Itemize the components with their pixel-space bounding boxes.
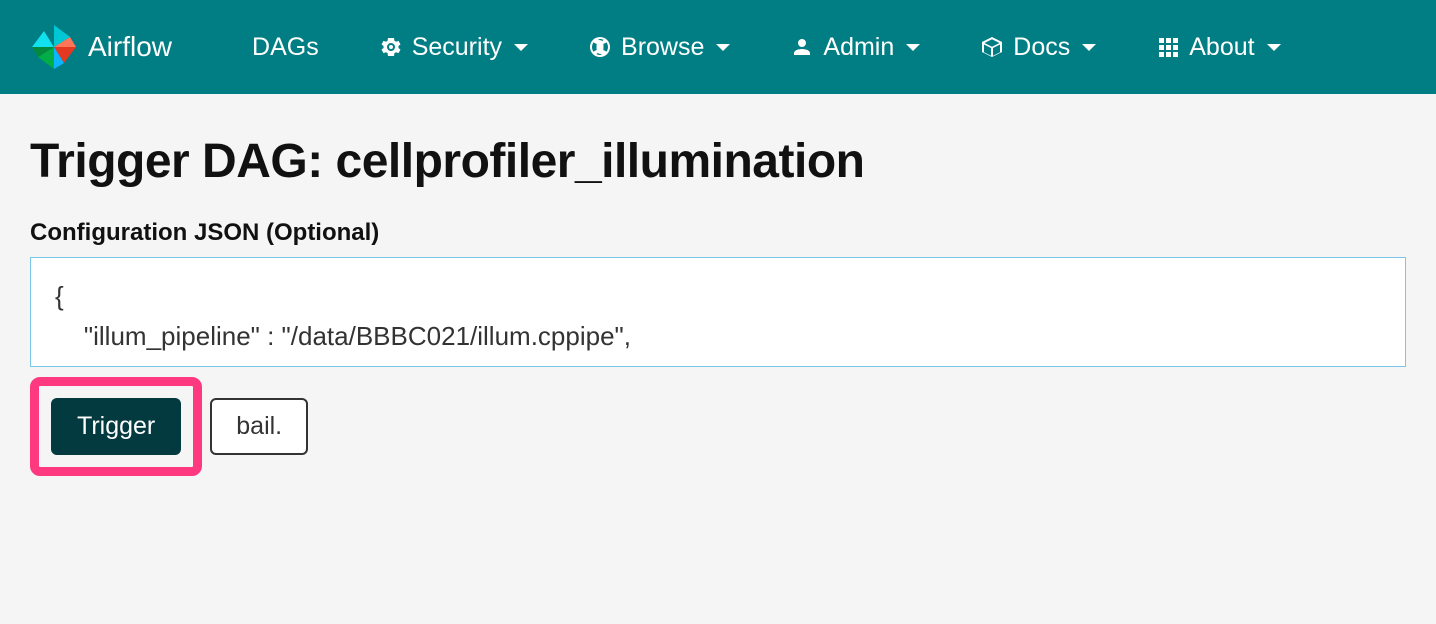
caret-down-icon	[1267, 44, 1281, 51]
config-json-textarea[interactable]	[30, 257, 1406, 367]
bail-button[interactable]: bail.	[210, 398, 308, 455]
nav-admin[interactable]: Admin	[760, 33, 950, 62]
globe-icon	[588, 35, 612, 59]
trigger-highlight: Trigger	[30, 377, 202, 476]
nav-security[interactable]: Security	[349, 33, 558, 62]
grid-icon	[1156, 35, 1180, 59]
navbar: Airflow DAGs Security Browse Admin Docs	[0, 0, 1436, 94]
trigger-button[interactable]: Trigger	[51, 398, 181, 455]
nav-about-label: About	[1189, 33, 1254, 62]
config-json-label: Configuration JSON (Optional)	[30, 219, 1406, 247]
user-icon	[790, 35, 814, 59]
nav-browse[interactable]: Browse	[558, 33, 760, 62]
nav-docs-label: Docs	[1013, 33, 1070, 62]
airflow-logo-icon	[30, 23, 78, 71]
nav-browse-label: Browse	[621, 33, 704, 62]
nav-admin-label: Admin	[823, 33, 894, 62]
caret-down-icon	[1082, 44, 1096, 51]
navbar-brand[interactable]: Airflow	[30, 23, 172, 71]
caret-down-icon	[906, 44, 920, 51]
cube-icon	[980, 35, 1004, 59]
nav-about[interactable]: About	[1126, 33, 1310, 62]
button-row: Trigger bail.	[30, 377, 1406, 476]
nav-dags-label: DAGs	[252, 33, 319, 62]
caret-down-icon	[716, 44, 730, 51]
gears-icon	[379, 35, 403, 59]
nav-dags[interactable]: DAGs	[222, 33, 349, 62]
nav-docs[interactable]: Docs	[950, 33, 1126, 62]
caret-down-icon	[514, 44, 528, 51]
main-content: Trigger DAG: cellprofiler_illumination C…	[0, 94, 1436, 516]
nav-security-label: Security	[412, 33, 502, 62]
brand-text: Airflow	[88, 31, 172, 63]
page-title: Trigger DAG: cellprofiler_illumination	[30, 134, 1406, 189]
